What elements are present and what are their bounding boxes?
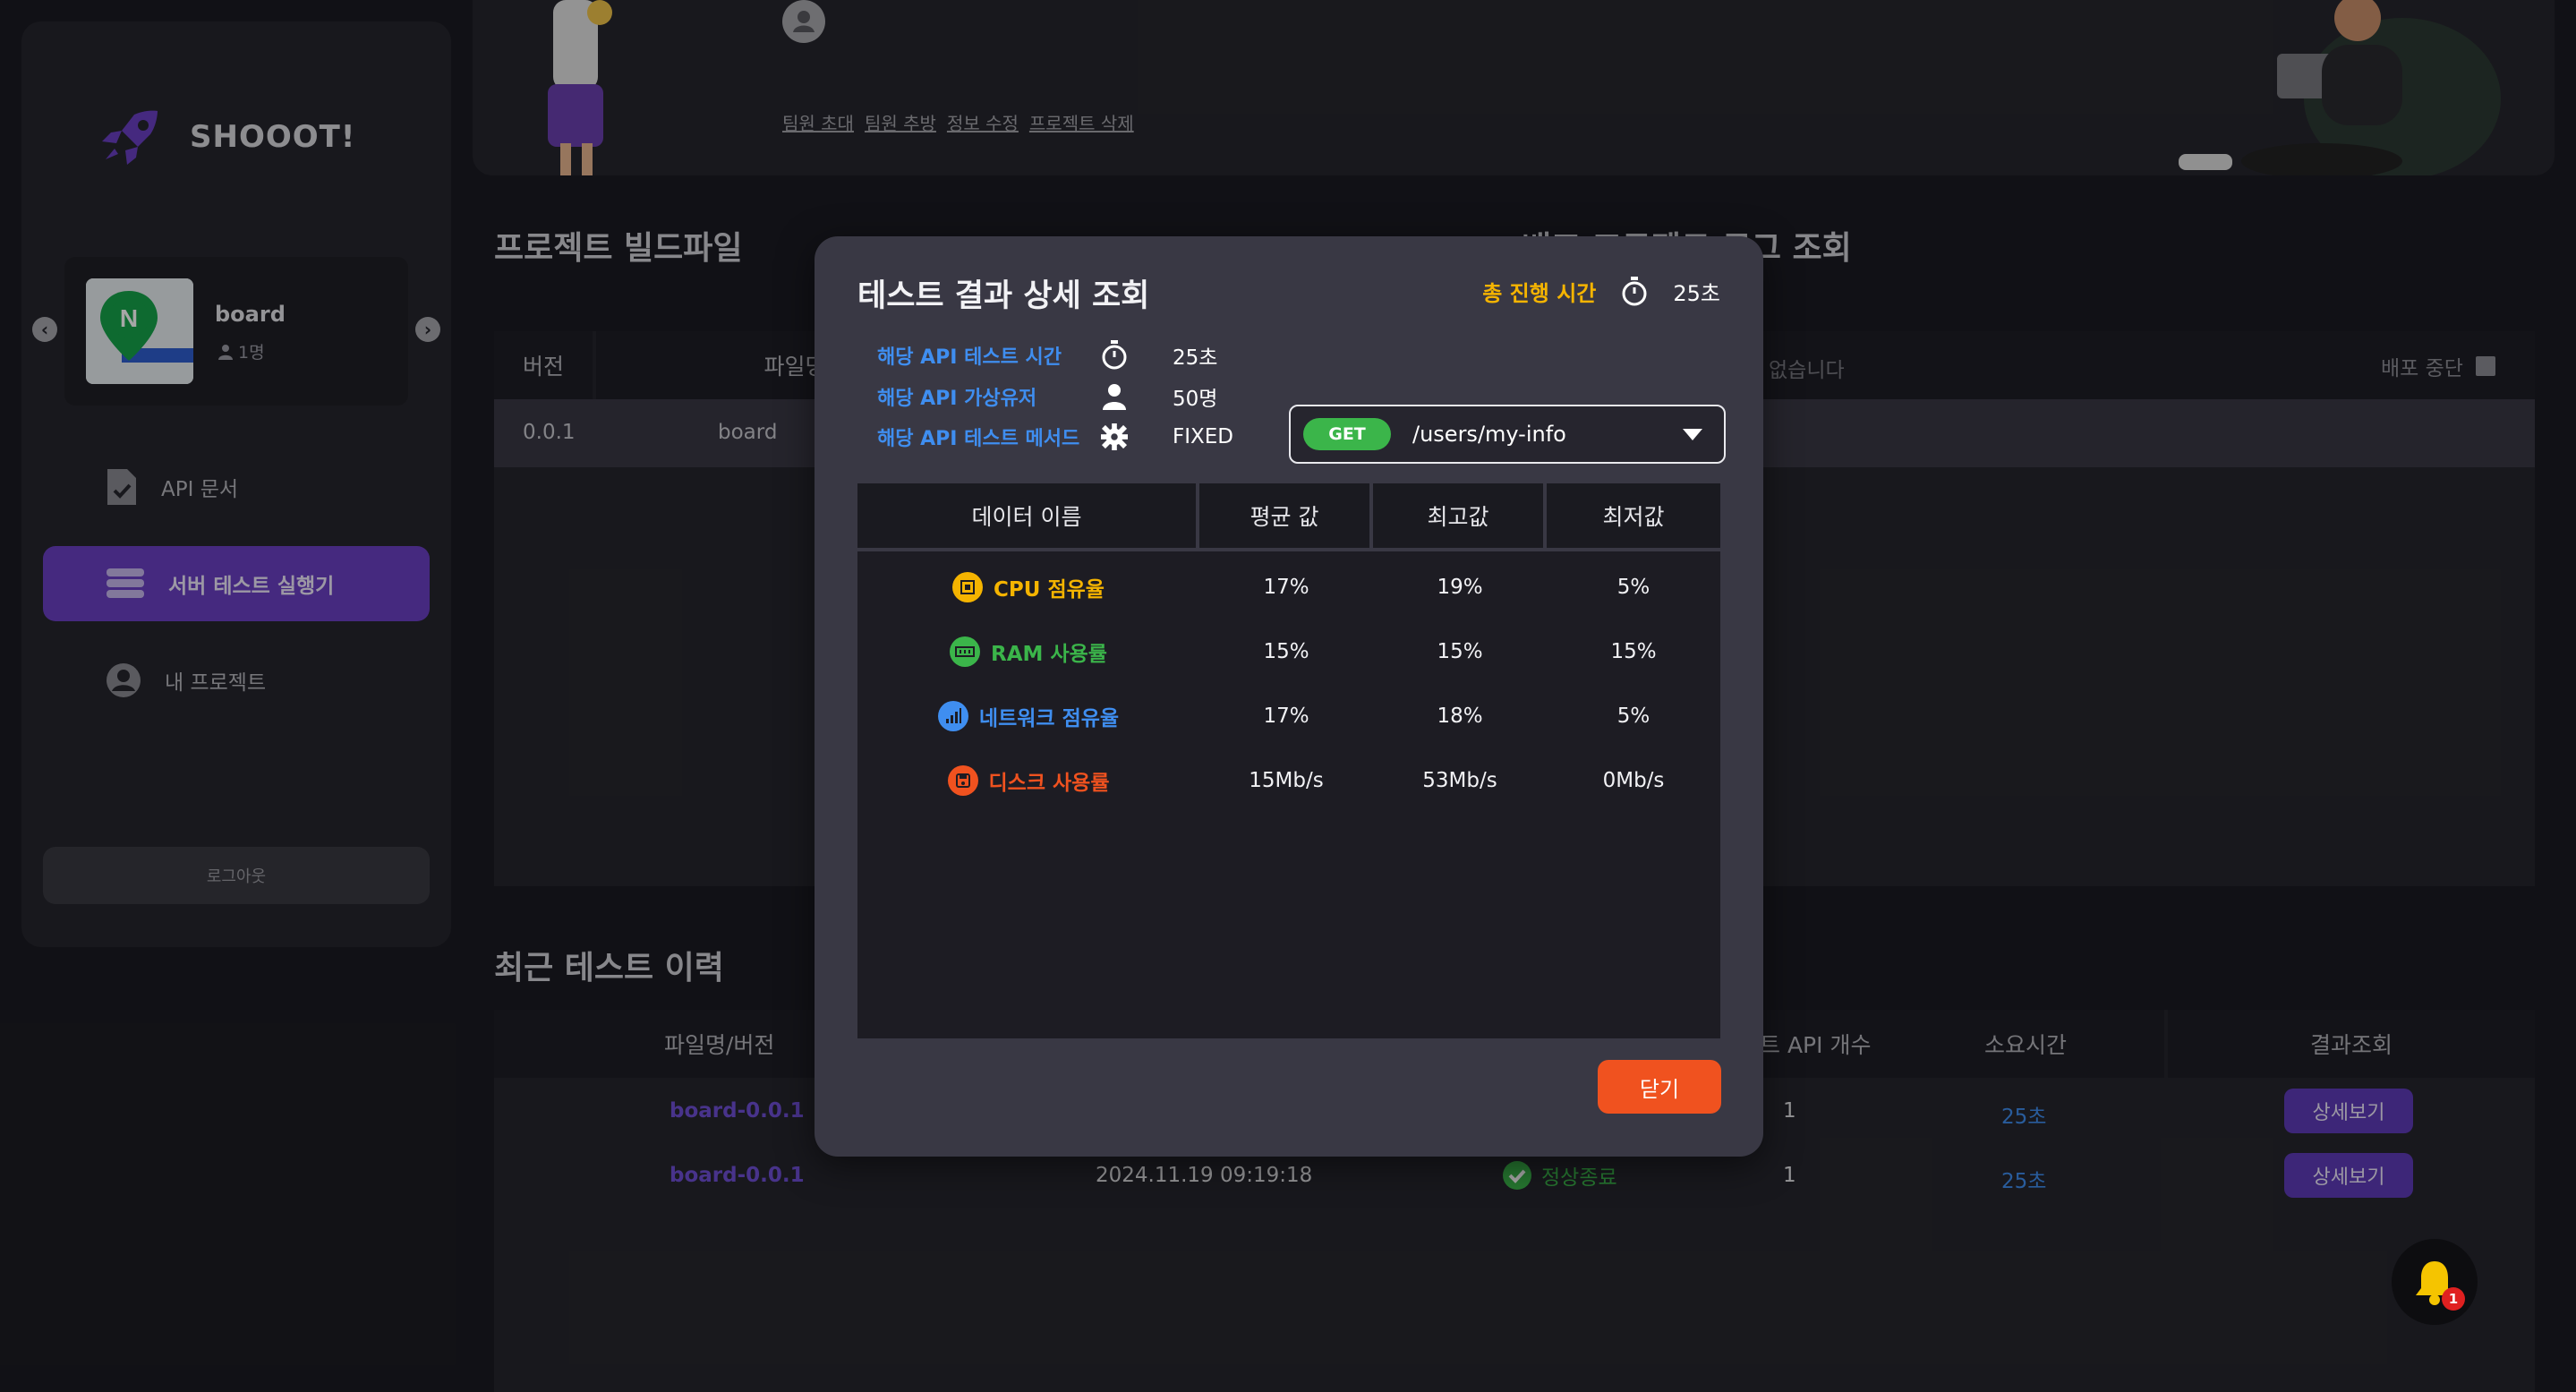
ram-icon — [950, 636, 981, 667]
metrics-row-ram: RAM 사용률 15% 15% 15% — [857, 619, 1720, 684]
metric-max: 53Mb/s — [1422, 769, 1497, 792]
metric-min: 15% — [1610, 640, 1657, 663]
metric-avg: 17% — [1263, 576, 1309, 599]
info-label: 해당 API 가상유저 — [877, 388, 1037, 410]
metric-name: 네트워크 점유율 — [978, 707, 1120, 730]
notification-button[interactable]: 1 — [2392, 1239, 2478, 1325]
info-label: 해당 API 테스트 시간 — [877, 346, 1062, 369]
metric-max: 18% — [1437, 705, 1483, 728]
metrics-header-max: 최고값 — [1373, 483, 1547, 551]
metric-name: CPU 점유율 — [994, 578, 1105, 602]
api-select-dropdown[interactable]: GET /users/my-info — [1289, 405, 1726, 464]
info-row-virtual-users: 해당 API 가상유저 50명 — [877, 381, 1217, 412]
user-icon — [1101, 383, 1128, 410]
notification-badge: 1 — [2442, 1287, 2465, 1311]
test-result-modal: 테스트 결과 상세 조회 총 진행 시간 25초 해당 API 테스트 시간 2… — [815, 236, 1763, 1157]
total-time-label: 총 진행 시간 — [1482, 281, 1597, 306]
info-value: 25초 — [1173, 346, 1218, 370]
info-row-test-time: 해당 API 테스트 시간 25초 — [877, 340, 1217, 371]
total-time: 총 진행 시간 25초 — [1482, 276, 1720, 307]
metric-avg: 17% — [1263, 705, 1309, 728]
info-row-test-method: 해당 API 테스트 메서드 FIXED — [877, 423, 1233, 451]
metrics-row-network: 네트워크 점유율 17% 18% 5% — [857, 684, 1720, 748]
api-path: /users/my-info — [1412, 422, 1566, 447]
info-value: FIXED — [1173, 425, 1234, 448]
stopwatch-icon — [1622, 276, 1647, 305]
network-icon — [937, 701, 968, 731]
metrics-header-avg: 평균 값 — [1199, 483, 1373, 551]
close-button[interactable]: 닫기 — [1598, 1060, 1721, 1114]
chevron-down-icon — [1683, 429, 1702, 440]
metric-avg: 15Mb/s — [1249, 769, 1324, 792]
modal-title: 테스트 결과 상세 조회 — [857, 278, 1150, 314]
metric-name: RAM 사용률 — [991, 643, 1107, 666]
metrics-header-name: 데이터 이름 — [857, 483, 1199, 551]
cpu-icon — [952, 572, 984, 602]
metric-min: 5% — [1616, 576, 1651, 599]
http-method-badge: GET — [1303, 418, 1391, 450]
metric-name: 디스크 사용률 — [988, 772, 1110, 795]
timer-icon — [1101, 340, 1128, 371]
metric-min: 0Mb/s — [1602, 769, 1665, 792]
info-value: 50명 — [1173, 388, 1218, 411]
metrics-row-disk: 디스크 사용률 15Mb/s 53Mb/s 0Mb/s — [857, 748, 1720, 813]
disk-icon — [947, 765, 978, 796]
metric-avg: 15% — [1263, 640, 1309, 663]
gear-icon — [1101, 423, 1128, 451]
metrics-table: 데이터 이름 평균 값 최고값 최저값 CPU 점유율 17% 19% 5% R… — [857, 483, 1720, 1038]
total-time-value: 25초 — [1673, 281, 1720, 306]
metric-max: 15% — [1437, 640, 1483, 663]
metrics-header-min: 최저값 — [1547, 483, 1720, 551]
metrics-row-cpu: CPU 점유율 17% 19% 5% — [857, 555, 1720, 619]
metric-min: 5% — [1616, 705, 1651, 728]
info-label: 해당 API 테스트 메서드 — [877, 428, 1080, 450]
metric-max: 19% — [1437, 576, 1483, 599]
